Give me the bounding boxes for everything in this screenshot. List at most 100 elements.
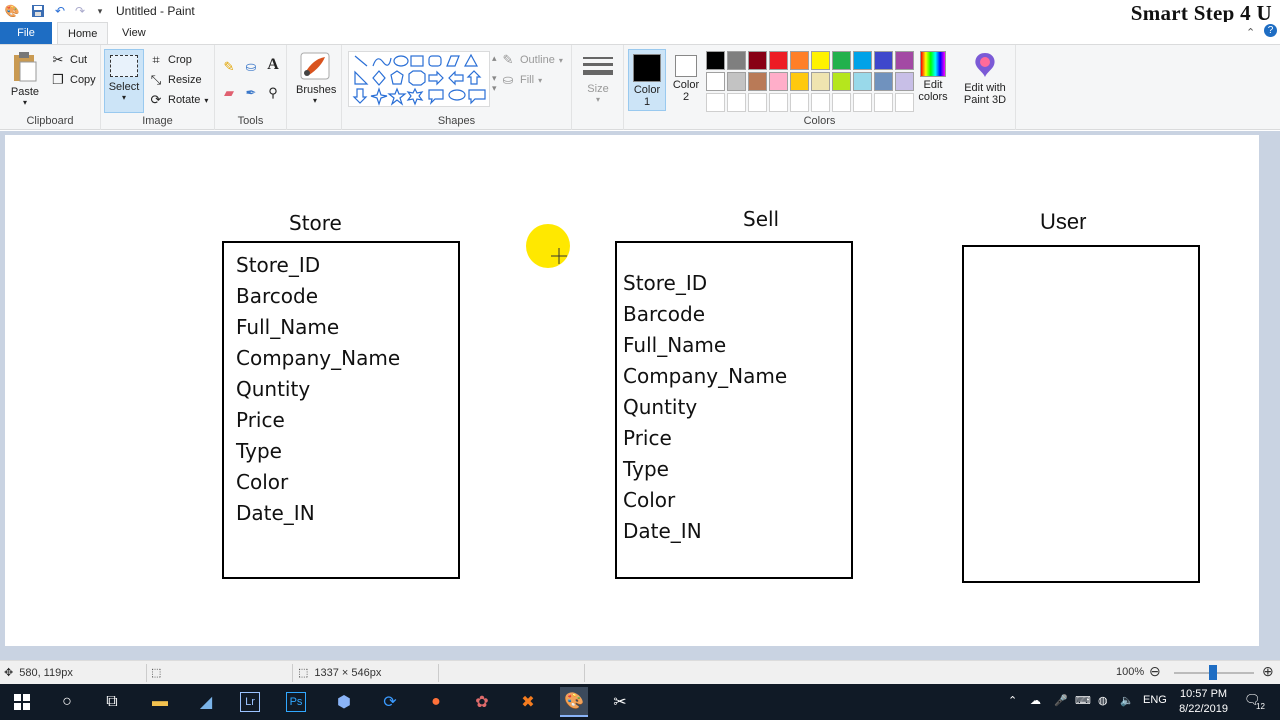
palette-swatch[interactable] <box>895 51 914 70</box>
palette-swatch[interactable] <box>853 72 872 91</box>
tab-file[interactable]: File <box>0 22 52 44</box>
copy-button[interactable]: ❐ Copy <box>50 71 96 89</box>
pencil-icon[interactable]: ✎ <box>221 59 237 75</box>
network-icon[interactable]: ◍ <box>1098 694 1108 707</box>
lightroom-icon[interactable]: Lr <box>240 692 260 712</box>
palette-swatch[interactable] <box>811 51 830 70</box>
brushes-button[interactable]: Brushes ▾ <box>296 51 336 105</box>
palette-swatch[interactable] <box>727 72 746 91</box>
windows-start-icon[interactable] <box>10 690 34 714</box>
outline-button[interactable]: ✎ Outline ▾ <box>500 51 563 69</box>
shapes-group-label: Shapes <box>437 115 476 127</box>
ime-icon[interactable]: ⌨ <box>1075 694 1091 707</box>
move-cursor-icon: ✥ <box>4 667 14 679</box>
edit-colors-button[interactable]: Edit colors <box>914 51 952 103</box>
palette-swatch[interactable] <box>832 72 851 91</box>
rotate-button[interactable]: ⟳ Rotate ▾ <box>148 91 209 109</box>
zoom-slider-thumb[interactable] <box>1209 665 1217 680</box>
clock[interactable]: 10:57 PM 8/22/2019 <box>1179 687 1228 717</box>
palette-swatch[interactable] <box>811 72 830 91</box>
redo-icon[interactable]: ↷ <box>72 3 88 19</box>
volume-icon[interactable]: 🔈 <box>1120 694 1134 707</box>
sync-app-icon[interactable]: ⟳ <box>378 690 402 714</box>
edit-with-paint3d-button[interactable]: Edit with Paint 3D <box>960 51 1010 106</box>
palette-swatch[interactable] <box>727 93 746 112</box>
3d-box-icon[interactable]: ⬢ <box>332 690 356 714</box>
palette-swatch[interactable] <box>790 72 809 91</box>
app-icon[interactable]: ✿ <box>470 690 494 714</box>
shapes-scroll[interactable]: ▴ ▾ ▾ <box>492 53 497 93</box>
zoom-in-icon[interactable]: ⊕ <box>1262 663 1274 680</box>
palette-swatch[interactable] <box>748 93 767 112</box>
paste-button[interactable]: Paste ▾ <box>8 51 42 107</box>
file-explorer-icon[interactable]: ▬ <box>148 690 172 714</box>
palette-swatch[interactable] <box>769 72 788 91</box>
tray-overflow-icon[interactable]: ⌃ <box>1008 694 1017 707</box>
select-button[interactable]: Select ▾ <box>104 49 144 113</box>
field-full-name: Full_Name <box>236 315 340 339</box>
palette-swatch[interactable] <box>706 51 725 70</box>
palette-swatch[interactable] <box>853 51 872 70</box>
zoom-out-icon[interactable]: ⊖ <box>1149 663 1161 680</box>
magnifier-icon[interactable]: ⚲ <box>265 85 281 101</box>
tab-view[interactable]: View <box>112 22 156 44</box>
palette-swatch[interactable] <box>706 72 725 91</box>
field-barcode: Barcode <box>623 302 705 326</box>
notepad-icon[interactable]: ◢ <box>194 690 218 714</box>
shapes-gallery[interactable] <box>348 51 490 107</box>
color-picker-icon[interactable]: ✒ <box>243 85 259 101</box>
clipboard-group-label: Clipboard <box>26 115 74 127</box>
resize-button[interactable]: ⤡ Resize <box>148 71 202 89</box>
crop-button[interactable]: ⌗ Crop <box>148 51 192 69</box>
palette-swatch[interactable] <box>748 72 767 91</box>
text-tool-icon[interactable]: A <box>265 56 281 73</box>
palette-swatch[interactable] <box>790 93 809 112</box>
cortana-search-icon[interactable]: ○ <box>55 690 79 714</box>
save-icon[interactable] <box>30 3 46 19</box>
palette-swatch[interactable] <box>874 93 893 112</box>
paste-dropdown-icon[interactable]: ▾ <box>8 98 42 107</box>
help-icon[interactable]: ? <box>1264 24 1277 37</box>
photoshop-icon[interactable]: Ps <box>286 692 306 712</box>
color2-button[interactable]: Color 2 <box>668 49 704 111</box>
cut-button[interactable]: ✂ Cut <box>50 51 88 69</box>
collapse-ribbon-icon[interactable]: ⌃ <box>1246 26 1255 39</box>
color1-button[interactable]: Color 1 <box>628 49 666 111</box>
palette-swatch[interactable] <box>832 93 851 112</box>
customize-toolbar-icon[interactable]: ▾ <box>92 3 108 19</box>
paint-app-icon[interactable]: 🎨 <box>4 3 20 19</box>
select-dropdown-icon[interactable]: ▾ <box>105 93 143 102</box>
snipping-tool-icon[interactable]: ✂ <box>608 690 632 714</box>
color-palette[interactable] <box>706 51 914 112</box>
xampp-icon[interactable]: ✖ <box>516 690 540 714</box>
palette-swatch[interactable] <box>874 72 893 91</box>
onedrive-icon[interactable]: ☁ <box>1030 694 1041 707</box>
tab-home[interactable]: Home <box>57 22 109 45</box>
palette-swatch[interactable] <box>874 51 893 70</box>
eraser-icon[interactable]: ▰ <box>221 85 237 101</box>
palette-swatch[interactable] <box>811 93 830 112</box>
palette-swatch[interactable] <box>769 93 788 112</box>
palette-swatch[interactable] <box>706 93 725 112</box>
undo-icon[interactable]: ↶ <box>52 3 68 19</box>
palette-swatch[interactable] <box>853 93 872 112</box>
palette-swatch[interactable] <box>895 93 914 112</box>
paint-taskbar-icon[interactable]: 🎨 <box>560 687 588 717</box>
microphone-icon[interactable]: 🎤 <box>1054 694 1068 707</box>
drawing-canvas[interactable]: Store Store_ID Barcode Full_Name Company… <box>5 135 1259 646</box>
palette-swatch[interactable] <box>790 51 809 70</box>
palette-swatch[interactable] <box>895 72 914 91</box>
language-indicator[interactable]: ENG <box>1143 694 1167 706</box>
palette-swatch[interactable] <box>832 51 851 70</box>
fill-button[interactable]: ⛀ Fill ▾ <box>500 71 543 89</box>
color2-label: Color <box>672 79 700 91</box>
size-button[interactable]: Size ▾ <box>580 53 616 104</box>
task-view-icon[interactable]: ⧉ <box>100 690 124 714</box>
fill-bucket-icon[interactable]: ⛀ <box>243 59 259 75</box>
palette-swatch[interactable] <box>748 51 767 70</box>
palette-swatch[interactable] <box>769 51 788 70</box>
tools-group: ✎ ⛀ A ▰ ✒ ⚲ Tools <box>215 45 287 130</box>
tools-group-label: Tools <box>237 115 264 127</box>
firefox-icon[interactable]: ● <box>424 690 448 714</box>
palette-swatch[interactable] <box>727 51 746 70</box>
